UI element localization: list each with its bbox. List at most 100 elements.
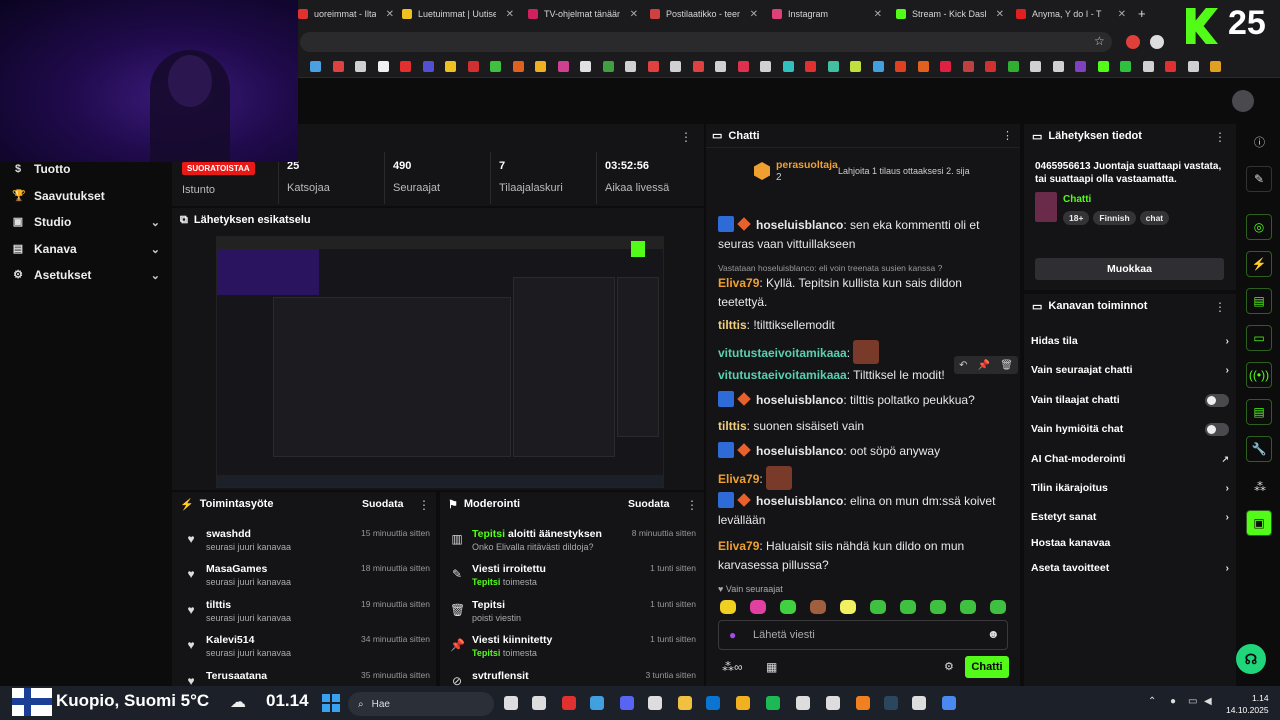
emote-picker-item[interactable] xyxy=(780,600,796,614)
bookmark-icon[interactable] xyxy=(850,61,861,72)
bookmark-icon[interactable] xyxy=(422,61,434,72)
taskbar-app-icon[interactable] xyxy=(766,696,780,710)
chat-message[interactable]: Eliva79: Haluaisit siis nähdä kun dildo … xyxy=(718,537,1012,575)
taskbar-app-icon[interactable] xyxy=(706,696,720,710)
action-estetyt-sanat[interactable]: Estetyt sanat › xyxy=(1031,510,1229,524)
bookmark-icon[interactable] xyxy=(377,61,389,72)
avatar[interactable] xyxy=(1232,90,1254,112)
sidebar-item-studio[interactable]: ▣ Studio ⌄ xyxy=(12,215,160,229)
moderator-name[interactable]: Tepitsi xyxy=(472,528,505,540)
taskbar-app-icon[interactable] xyxy=(648,696,662,710)
activity-user[interactable]: swashdd xyxy=(206,528,251,540)
chat-message[interactable]: vitutustaeivoitamikaaa: xyxy=(718,340,1012,364)
activity-filter-button[interactable]: Suodata xyxy=(362,498,403,510)
stream-tag[interactable]: 18+ xyxy=(1063,211,1090,225)
taskbar-app-icon[interactable] xyxy=(884,696,898,710)
bookmark-icon[interactable] xyxy=(1097,61,1109,72)
chat-username[interactable]: hoseluisblanco xyxy=(756,494,843,508)
stream-tag[interactable]: chat xyxy=(1139,211,1170,225)
chat-username[interactable]: Eliva79 xyxy=(718,539,759,553)
chat-username[interactable]: Eliva79 xyxy=(718,276,759,290)
chat-username[interactable]: tilttis xyxy=(718,318,747,332)
chat-send-button[interactable]: Chatti xyxy=(965,656,1009,678)
emote-picker-item[interactable] xyxy=(870,600,886,614)
chat-username[interactable]: Eliva79 xyxy=(718,472,759,486)
chatbot-icon[interactable]: ▣ xyxy=(1246,510,1272,536)
chat-message[interactable]: Vastataan hoseluisblanco: eli voin treen… xyxy=(718,262,1012,312)
taskbar-app-icon[interactable] xyxy=(796,696,810,710)
category-link[interactable]: Chatti xyxy=(1063,194,1091,205)
chat-username[interactable]: vitutustaeivoitamikaaa xyxy=(718,368,847,382)
emote-picker-item[interactable] xyxy=(720,600,736,614)
action-aseta-tavoitteet[interactable]: Aseta tavoitteet › xyxy=(1031,561,1229,575)
emote-picker-item[interactable] xyxy=(960,600,976,614)
browser-tab[interactable]: Stream - Kick Dashbo ✕ xyxy=(896,4,1004,24)
chat-username[interactable]: hoseluisblanco xyxy=(756,218,843,232)
chat-message[interactable]: hoseluisblanco: oot söpö anyway xyxy=(718,442,1012,461)
chat-username[interactable]: vitutustaeivoitamikaaa xyxy=(718,346,847,360)
target-icon[interactable]: ◎ xyxy=(1246,214,1272,240)
bookmark-icon[interactable] xyxy=(760,61,771,72)
bookmark-icon[interactable] xyxy=(1120,61,1131,72)
bookmark-icon[interactable] xyxy=(535,61,546,72)
taskbar-app-icon[interactable] xyxy=(562,696,576,710)
tab-close-icon[interactable]: ✕ xyxy=(506,9,514,20)
chat-message[interactable]: tilttis: !tilttiksellemodit xyxy=(718,316,1012,335)
toggle-switch[interactable] xyxy=(1205,393,1229,407)
action-ai-chat-moderointi[interactable]: AI Chat-moderointi ↗ xyxy=(1031,452,1229,466)
emote-picker-item[interactable] xyxy=(840,600,856,614)
action-hostaa-kanavaa[interactable]: Hostaa kanavaa xyxy=(1031,536,1229,550)
bookmark-icon[interactable] xyxy=(737,61,749,72)
browser-tab[interactable]: TV-ohjelmat tänään | ✕ xyxy=(528,4,638,24)
wrench-icon[interactable]: 🔧 xyxy=(1246,436,1272,462)
bookmark-icon[interactable] xyxy=(872,61,884,72)
tab-close-icon[interactable]: ✕ xyxy=(630,9,638,20)
chat-message[interactable]: hoseluisblanco: sen eka kommentti oli et… xyxy=(718,216,1012,254)
browser-tab[interactable]: Postilaatikko - teemu ✕ xyxy=(650,4,758,24)
tab-close-icon[interactable]: ✕ xyxy=(750,9,758,20)
edit-stream-button[interactable]: Muokkaa xyxy=(1035,258,1224,280)
bookmark-icon[interactable] xyxy=(355,61,366,72)
sidebar-item-kanava[interactable]: ▤ Kanava ⌄ xyxy=(12,242,160,256)
bookmark-icon[interactable] xyxy=(625,61,636,72)
action-hidas-tila[interactable]: Hidas tila › xyxy=(1031,334,1229,348)
profile-icon[interactable] xyxy=(1150,35,1164,49)
browser-tab[interactable]: uoreimmat - Ilta-Sa ✕ xyxy=(298,4,394,24)
mic-icon[interactable]: ● xyxy=(729,628,736,642)
tab-close-icon[interactable]: ✕ xyxy=(386,9,394,20)
taskbar-app-icon[interactable] xyxy=(620,696,634,710)
bookmark-icon[interactable] xyxy=(1052,61,1064,72)
sidebar-item-saavutukset[interactable]: 🏆 Saavutukset xyxy=(12,189,160,203)
bookmark-icon[interactable] xyxy=(1187,61,1199,72)
chat-message[interactable]: hoseluisblanco: tilttis poltatko peukkua… xyxy=(718,391,1012,410)
chat-icon[interactable]: ▭ xyxy=(1246,325,1272,351)
notes-icon[interactable]: ▤ xyxy=(1246,288,1272,314)
lightning-icon[interactable]: ⚡ xyxy=(1246,251,1272,277)
address-bar[interactable] xyxy=(300,32,1112,52)
bookmark-icon[interactable] xyxy=(782,61,794,72)
chat-message-input[interactable]: ● Lähetä viesti ☻ xyxy=(718,620,1008,650)
bookmark-icon[interactable] xyxy=(332,61,344,72)
chat-message[interactable]: Eliva79: xyxy=(718,466,1012,490)
bookmark-icon[interactable] xyxy=(512,61,524,72)
bookmark-icon[interactable] xyxy=(962,61,974,72)
moderation-menu-icon[interactable]: ⋮ xyxy=(686,498,698,512)
bookmark-icon[interactable] xyxy=(1165,61,1176,72)
support-icon[interactable]: ☊ xyxy=(1236,644,1266,674)
system-clock[interactable]: 1.14 14.10.2025 xyxy=(1226,692,1269,716)
emoji-icon[interactable]: ☻ xyxy=(987,627,1000,641)
chat-username[interactable]: hoseluisblanco xyxy=(756,393,843,407)
chat-tools-icon[interactable]: ⁂∞ xyxy=(722,660,743,674)
tray-chevron-icon[interactable]: ⌃ xyxy=(1148,696,1156,707)
browser-tab[interactable]: Instagram ✕ xyxy=(772,4,882,24)
stats-menu-icon[interactable]: ⋮ xyxy=(680,130,692,144)
volume-icon[interactable]: ◀ xyxy=(1204,696,1212,707)
chat-menu-icon[interactable]: ⋮ xyxy=(1002,129,1013,142)
bookmark-icon[interactable] xyxy=(602,61,614,72)
chat-message[interactable]: tilttis: suonen sisäiseti vain xyxy=(718,417,1012,436)
activity-menu-icon[interactable]: ⋮ xyxy=(418,498,430,512)
moderation-filter-button[interactable]: Suodata xyxy=(628,498,669,510)
chat-username[interactable]: tilttis xyxy=(718,419,747,433)
chat-username[interactable]: hoseluisblanco xyxy=(756,444,843,458)
bookmark-icon[interactable] xyxy=(917,61,929,72)
